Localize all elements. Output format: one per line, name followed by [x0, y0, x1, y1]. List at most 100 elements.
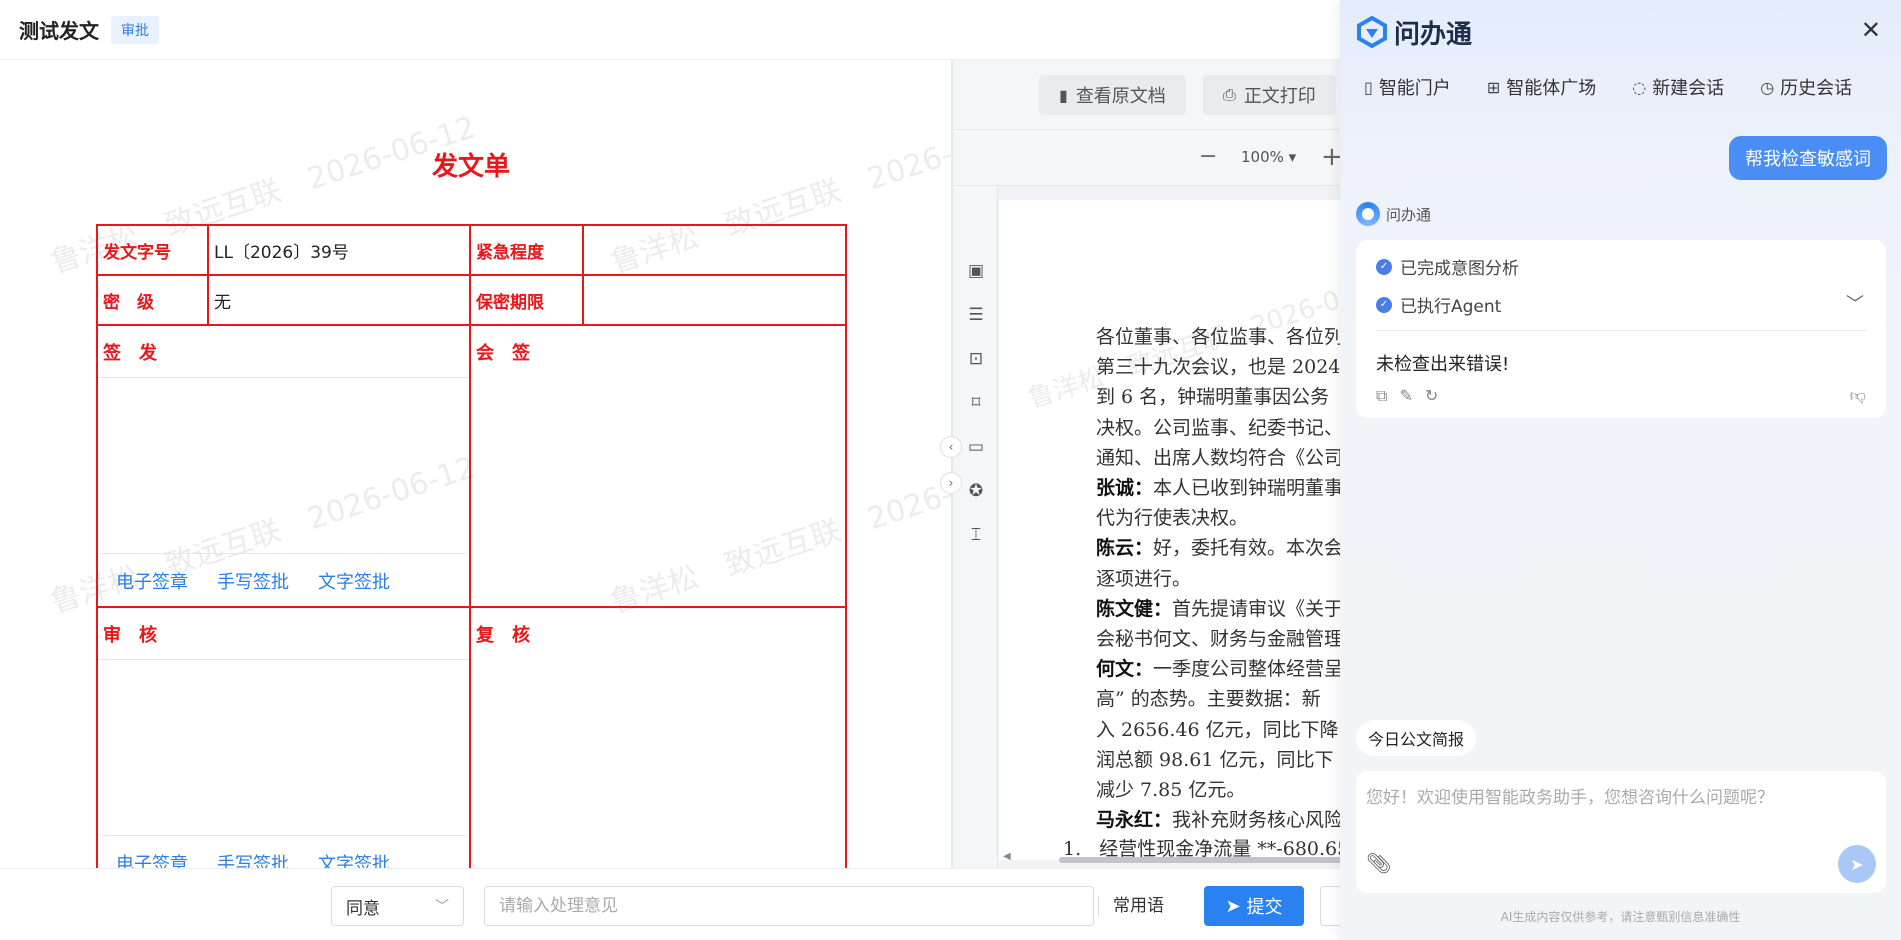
clipboard-icon[interactable]: ⊡ — [965, 348, 987, 370]
electronic-seal-link[interactable]: 电子签章 — [116, 850, 188, 868]
view-original-button[interactable]: ▮ 查看原文档 — [1039, 75, 1186, 115]
speaker-name: 张诚： — [1096, 477, 1154, 500]
countersign-cell: 会 签 — [471, 326, 845, 606]
send-icon: ➤ — [1225, 895, 1241, 917]
collapse-left-icon[interactable]: ‹ — [940, 436, 962, 458]
divider — [1376, 330, 1866, 331]
text-sign-link[interactable]: 文字签批 — [318, 850, 390, 868]
secret-level-value: 无 — [209, 276, 471, 324]
common-phrases-button[interactable]: 常用语 — [1098, 896, 1164, 916]
nav-label: 智能体广场 — [1506, 78, 1597, 99]
send-button[interactable]: ➤ — [1838, 845, 1876, 883]
doc-line: 逐项进行。 — [1096, 567, 1192, 590]
recheck-cell: 复 核 — [471, 608, 845, 868]
text-select-icon[interactable]: ⌶ — [965, 524, 987, 546]
scroll-left-icon[interactable]: ◀ — [1003, 851, 1011, 862]
nav-smart-portal[interactable]: ▯ 智能门户 — [1364, 74, 1451, 100]
handwritten-sign-link[interactable]: 手写签批 — [217, 850, 289, 868]
doc-line: 润总额 98.61 亿元，同比下 — [1096, 748, 1334, 771]
submit-button[interactable]: ➤ 提交 — [1204, 886, 1304, 926]
step-intent: ✓ 已完成意图分析 — [1376, 254, 1519, 279]
speech-text: 本人已收到钟瑞明董事 — [1153, 477, 1340, 500]
zoom-in-icon[interactable]: + — [1321, 142, 1340, 172]
close-icon[interactable]: ✕ — [1861, 16, 1881, 44]
ai-assistant-panel: 问办通 ✕ ▯ 智能门户 ⊞ 智能体广场 ◌ 新建会话 ◷ 历史会话 帮我检查敏… — [1340, 0, 1901, 940]
check-icon: ✓ — [1376, 296, 1392, 313]
zoom-select[interactable]: 100% ▾ — [1241, 148, 1296, 166]
zoom-bar: − 100% ▾ + — [953, 130, 1340, 186]
bot-avatar — [1356, 202, 1380, 226]
user-message: 帮我检查敏感词 — [1729, 136, 1887, 180]
doc-line: 代为行使表决权。 — [1096, 507, 1249, 530]
nav-label: 历史会话 — [1780, 78, 1853, 99]
sign-issue-label: 签 发 — [98, 326, 469, 378]
electronic-seal-link[interactable]: 电子签章 — [116, 568, 188, 594]
horizontal-scrollbar[interactable]: ◀ — [999, 851, 1340, 865]
view-original-label: 查看原文档 — [1075, 86, 1166, 107]
quick-prompt-chip[interactable]: 今日公文简报 — [1356, 720, 1477, 756]
handwritten-sign-link[interactable]: 手写签批 — [217, 568, 289, 594]
doc-line: 马永红：我补充财务核心风险 — [1096, 805, 1340, 835]
opinion-input[interactable] — [485, 887, 1085, 925]
action-bar: 同意 ﹀ 常用语 ➤ 提交 — [0, 868, 1360, 940]
edit-icon[interactable]: ✎ — [1399, 386, 1412, 406]
nav-new-chat[interactable]: ◌ 新建会话 — [1632, 74, 1724, 100]
paperclip-icon[interactable]: 📎︎ — [1366, 851, 1391, 875]
doc-line: 陈云：好，委托有效。本次会 — [1096, 533, 1340, 563]
signature-area[interactable] — [101, 660, 466, 836]
urgency-value[interactable] — [584, 226, 845, 274]
review-cell: 审 核 电子签章 手写签批 文字签批 — [98, 608, 471, 868]
outline-icon[interactable]: ☰ — [965, 304, 987, 326]
zoom-out-icon[interactable]: − — [1199, 144, 1217, 169]
doc-line: 第三十九次会议，也是 2024 — [1096, 356, 1340, 379]
ai-header: 问办通 — [1356, 14, 1472, 50]
text-sign-link[interactable]: 文字签批 — [318, 568, 390, 594]
form-panel: 鲁洋松 致远互联 2026-06-12 鲁洋松 致远互联 2026-06-12 … — [0, 60, 952, 868]
speaker-name: 陈云： — [1096, 537, 1154, 560]
ai-disclaimer: AI生成内容仅供参考，请注意甄别信息准确性 — [1500, 910, 1741, 924]
secret-period-value[interactable] — [584, 276, 845, 324]
bot-name: 问办通 — [1386, 205, 1432, 224]
urgency-label: 紧急程度 — [471, 226, 584, 274]
print-button[interactable]: ⎙ 正文打印 — [1203, 75, 1336, 115]
review-label: 审 核 — [98, 608, 469, 660]
doc-line: 会秘书何文、财务与金融管理 — [1096, 628, 1340, 651]
doc-line: 通知、出席人数均符合《公司 — [1096, 446, 1340, 469]
expand-right-icon[interactable]: › — [940, 472, 962, 494]
opinion-select[interactable]: 同意 ﹀ — [331, 886, 464, 926]
thumbs-down-icon[interactable]: 👎︎ — [1850, 386, 1866, 406]
doc-line: 到 6 名，钟瑞明董事因公务 — [1096, 386, 1330, 409]
ai-chat-input[interactable] — [1366, 783, 1866, 833]
bot-header: 问办通 — [1356, 202, 1431, 226]
nav-label: 智能门户 — [1378, 78, 1451, 99]
nav-agent-square[interactable]: ⊞ 智能体广场 — [1487, 74, 1596, 100]
bot-answer: 未检查出来错误! — [1376, 354, 1510, 375]
secret-period-label: 保密期限 — [471, 276, 584, 324]
sign-actions: 电子签章 手写签批 文字签批 — [98, 836, 469, 868]
chevron-down-icon[interactable]: ﹀ — [1846, 290, 1864, 316]
step-label: 已执行Agent — [1400, 297, 1502, 317]
doc-side-tools: ▣ ☰ ⊡ ⌑ ▭ ✪ ⌶ — [953, 186, 998, 868]
signature-area[interactable] — [101, 378, 466, 554]
form-row: 密 级 无 保密期限 — [98, 276, 845, 326]
star-icon[interactable]: ✪ — [965, 480, 987, 502]
app-root: 测试发文 审批 鲁洋松 致远互联 2026-06-12 鲁洋松 致远互联 202… — [0, 0, 1901, 940]
document-viewer: ▮ 查看原文档 ⎙ 正文打印 − 100% ▾ + ▣ ☰ ⊡ ⌑ ▭ ✪ ⌶ … — [953, 60, 1340, 868]
form-title: 发文单 — [431, 152, 510, 182]
nav-history[interactable]: ◷ 历史会话 — [1760, 74, 1852, 100]
printer-icon: ⎙ — [1223, 85, 1236, 104]
brand-logo-icon — [1357, 16, 1387, 48]
refresh-icon[interactable]: ↻ — [1425, 386, 1438, 406]
countersign-label: 会 签 — [476, 343, 530, 364]
comment-icon[interactable]: ▭ — [965, 436, 987, 458]
ai-nav: ▯ 智能门户 ⊞ 智能体广场 ◌ 新建会话 ◷ 历史会话 — [1364, 74, 1888, 100]
doc-line: 何文：一季度公司整体经营呈 — [1096, 654, 1340, 684]
image-icon[interactable]: ▣ — [965, 260, 987, 282]
scrollbar-thumb[interactable] — [1059, 857, 1340, 863]
doc-line: 各位董事、各位监事、各位列 — [1096, 326, 1340, 348]
page-title: 测试发文 — [19, 19, 99, 43]
secret-level-label: 密 级 — [98, 276, 209, 324]
chevron-down-icon: ﹀ — [435, 899, 449, 915]
bookmark-icon[interactable]: ⌑ — [965, 392, 987, 414]
copy-icon[interactable]: ⧉ — [1376, 386, 1387, 406]
